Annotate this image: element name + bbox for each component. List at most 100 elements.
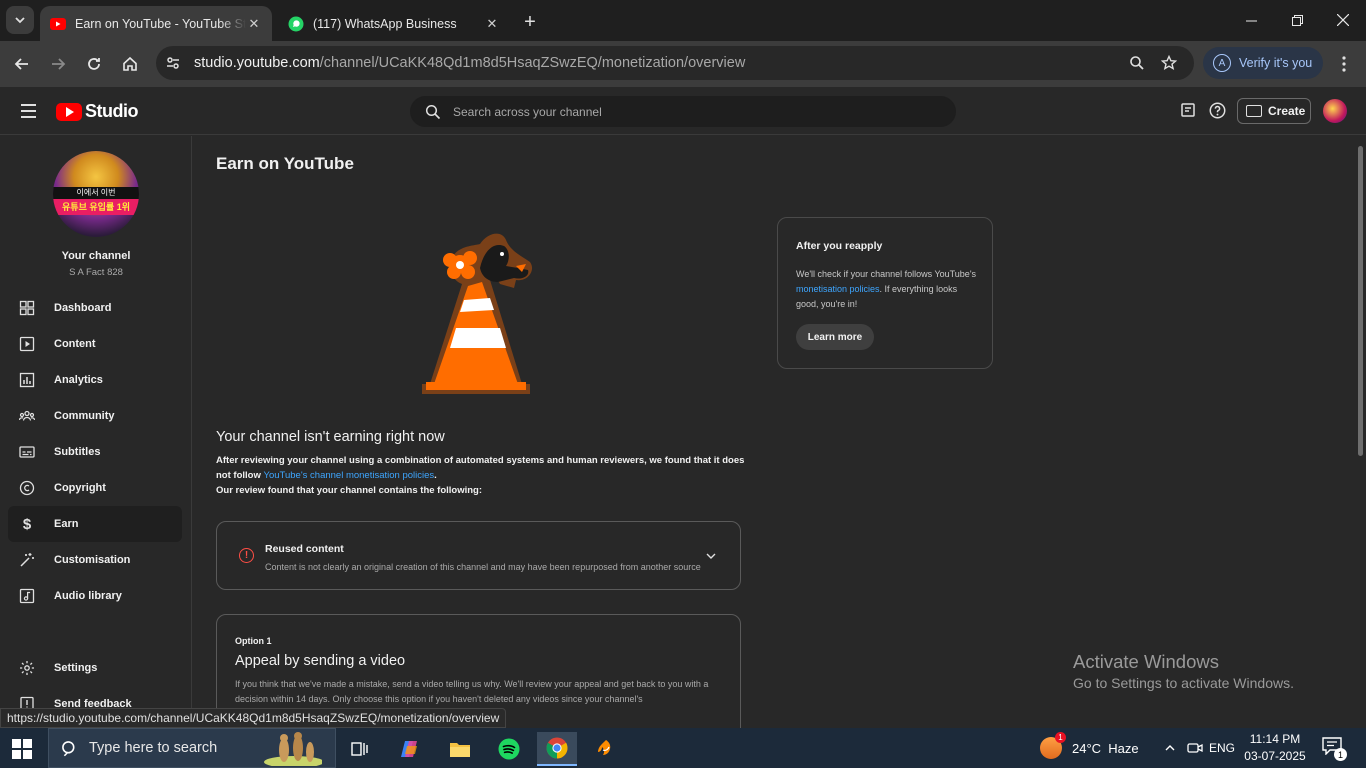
channel-name: S A Fact 828	[69, 267, 123, 278]
back-button[interactable]	[8, 50, 36, 78]
sidebar-item-customisation[interactable]: Customisation	[8, 542, 182, 578]
sidebar-item-label: Content	[54, 338, 96, 350]
channel-feedback-icon[interactable]	[1177, 99, 1199, 121]
page-scrollbar[interactable]	[1355, 136, 1366, 728]
close-tab-icon[interactable]: ✕	[246, 16, 262, 32]
fl-studio-icon[interactable]	[586, 732, 626, 766]
arrow-left-icon	[14, 58, 28, 70]
close-tab-icon[interactable]: ✕	[484, 16, 500, 32]
magic-wand-icon	[18, 551, 36, 569]
close-icon	[1337, 14, 1349, 26]
language-indicator[interactable]: ENG	[1209, 738, 1235, 758]
sidebar-item-audio-library[interactable]: Audio library	[8, 578, 182, 614]
chevron-up-icon[interactable]	[1160, 738, 1180, 758]
warning-icon: !	[239, 548, 254, 563]
meet-now-icon[interactable]	[1185, 738, 1205, 758]
watermark-title: Activate Windows	[1073, 651, 1219, 672]
taskbar-search-placeholder: Type here to search	[89, 740, 218, 756]
channel-avatar-band: 유튜브 유입률 1위	[53, 199, 139, 215]
option-label: Option 1	[235, 636, 272, 646]
analytics-icon	[18, 371, 36, 389]
home-button[interactable]	[116, 50, 144, 78]
issue-title: Reused content	[265, 543, 344, 555]
clock-time: 11:14 PM	[1249, 732, 1301, 746]
chrome-icon[interactable]	[537, 732, 577, 766]
sidebar-item-analytics[interactable]: Analytics	[8, 362, 182, 398]
account-avatar[interactable]	[1323, 99, 1347, 123]
restore-button[interactable]	[1274, 0, 1320, 40]
sidebar-item-label: Copyright	[54, 482, 106, 494]
address-bar[interactable]: studio.youtube.com/channel/UCaKK48Qd1m8d…	[156, 46, 1194, 80]
sidebar-item-copyright[interactable]: Copyright	[8, 470, 182, 506]
channel-avatar[interactable]: 이에서 이번 유튜브 유입률 1위	[53, 151, 139, 237]
tab-whatsapp[interactable]: (117) WhatsApp Business ✕	[278, 6, 510, 41]
youtube-logo-icon	[56, 102, 82, 121]
studio-sidebar: 이에서 이번 유튜브 유입률 1위 Your channel S A Fact …	[0, 136, 192, 728]
weather-description: Haze	[1108, 740, 1139, 756]
reload-button[interactable]	[80, 50, 108, 78]
task-view-icon[interactable]	[340, 732, 380, 766]
issue-description: Content is not clearly an original creat…	[265, 562, 701, 572]
chevron-down-icon[interactable]	[705, 550, 717, 562]
browser-tabstrip: Earn on YouTube - YouTube Studio ✕ (117)…	[0, 0, 1366, 41]
clock-date: 03-07-2025	[1244, 749, 1306, 763]
tab-youtube-studio[interactable]: Earn on YouTube - YouTube Studio ✕	[40, 6, 272, 41]
sidebar-item-settings[interactable]: Settings	[8, 650, 182, 686]
tab-title: Earn on YouTube - YouTube Studio	[75, 16, 246, 31]
channel-search-input[interactable]: Search across your channel	[410, 96, 956, 127]
sidebar-item-community[interactable]: Community	[8, 398, 182, 434]
studio-logo[interactable]: Studio	[56, 101, 139, 122]
page-title: Earn on YouTube	[216, 154, 354, 173]
sidebar-item-dashboard[interactable]: Dashboard	[8, 290, 182, 326]
studio-logo-word: Studio	[85, 101, 139, 121]
tab-search-button[interactable]	[6, 6, 34, 34]
reused-content-issue-card[interactable]: ! Reused content Content is not clearly …	[216, 521, 741, 590]
after-reapply-card: After you reapply We'll check if your ch…	[777, 217, 993, 369]
hamburger-menu-icon[interactable]	[16, 99, 40, 123]
sidebar-item-label: Dashboard	[54, 302, 112, 314]
info-card-title: After you reapply	[796, 240, 883, 252]
search-placeholder: Search across your channel	[453, 104, 602, 119]
help-icon[interactable]	[1206, 99, 1228, 121]
notification-center-icon[interactable]: 1	[1322, 737, 1347, 761]
close-window-button[interactable]	[1320, 0, 1366, 40]
windows-start-icon[interactable]	[12, 739, 32, 759]
profile-avatar: A	[1213, 54, 1231, 72]
minimize-button[interactable]	[1228, 0, 1274, 40]
zoom-search-icon[interactable]	[1128, 54, 1146, 72]
minimize-icon	[1245, 20, 1257, 21]
earning-status-heading: Your channel isn't earning right now	[216, 429, 445, 445]
weather-widget[interactable]: 1 24°C Haze	[1040, 728, 1139, 768]
site-settings-icon[interactable]	[164, 54, 182, 72]
file-explorer-icon[interactable]	[440, 732, 480, 766]
video-camera-icon	[1246, 105, 1262, 117]
spotify-icon[interactable]	[489, 732, 529, 766]
link-hover-status: https://studio.youtube.com/channel/UCaKK…	[0, 708, 507, 728]
verify-profile-button[interactable]: A Verify it's you	[1203, 47, 1323, 79]
create-button[interactable]: Create	[1237, 98, 1311, 124]
monetisation-policies-link[interactable]: monetisation policies	[796, 284, 880, 294]
search-icon	[425, 104, 441, 120]
system-clock[interactable]: 11:14 PM 03-07-2025	[1240, 731, 1310, 765]
scrollbar-thumb[interactable]	[1358, 146, 1363, 456]
browser-menu-button[interactable]	[1332, 50, 1356, 78]
weather-temperature: 24°C	[1072, 740, 1102, 756]
forward-button[interactable]	[44, 50, 72, 78]
whatsapp-favicon-icon	[288, 16, 304, 31]
new-tab-button[interactable]: +	[518, 10, 542, 34]
sidebar-item-label: Audio library	[54, 590, 122, 602]
arrow-right-icon	[52, 58, 66, 70]
monetisation-policies-link[interactable]: YouTube's channel monetisation policies	[264, 470, 435, 481]
sidebar-item-label: Settings	[54, 662, 98, 674]
sidebar-item-earn[interactable]: $ Earn	[8, 506, 182, 542]
copilot-icon[interactable]	[390, 732, 430, 766]
sidebar-item-label: Community	[54, 410, 115, 422]
sidebar-item-content[interactable]: Content	[8, 326, 182, 362]
learn-more-button[interactable]: Learn more	[796, 324, 874, 350]
bookmark-star-icon[interactable]	[1160, 54, 1178, 72]
community-icon	[18, 407, 36, 425]
gear-icon	[18, 659, 36, 677]
sidebar-item-label: Customisation	[54, 554, 131, 566]
sidebar-item-subtitles[interactable]: Subtitles	[8, 434, 182, 470]
tab-title: (117) WhatsApp Business	[313, 16, 457, 31]
